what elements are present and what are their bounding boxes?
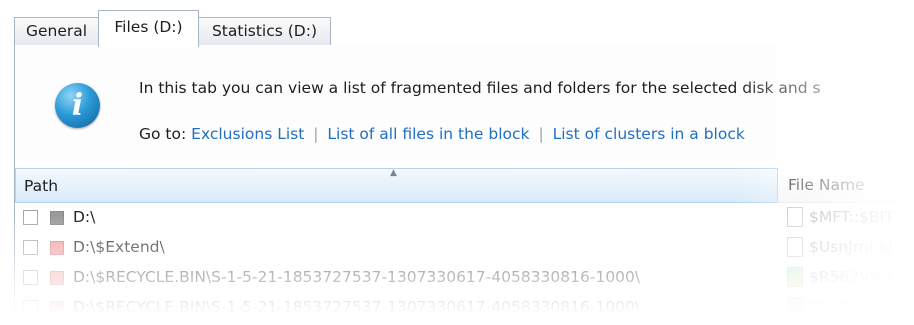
document-icon — [787, 237, 803, 257]
exclusions-list-link[interactable]: Exclusions List — [191, 125, 304, 143]
goto-links: Go to: Exclusions List | List of all fil… — [139, 125, 745, 143]
row-path: D:\$RECYCLE.BIN\S-1-5-21-1853727537-1307… — [73, 268, 641, 286]
row-file-name: $UsnJrnl:$J — [809, 238, 893, 256]
row-file-name: $R5BA1 — [809, 298, 871, 316]
fragmentation-status-icon — [50, 271, 64, 285]
table-row[interactable]: D:\$Extend\ $UsnJrnl:$J — [15, 233, 914, 263]
fragmentation-status-icon — [50, 211, 64, 225]
info-message: In this tab you can view a list of fragm… — [139, 79, 821, 97]
file-list: D:\ $MFT::$BIT D:\$Extend\ $UsnJrnl:$J D… — [15, 203, 914, 325]
column-header-file-name[interactable]: File Name — [778, 168, 914, 203]
row-file-name: $R562VWT — [809, 268, 895, 286]
document-icon — [787, 207, 803, 227]
row-checkbox[interactable] — [23, 210, 38, 225]
info-area: i In this tab you can view a list of fra… — [15, 45, 914, 159]
row-path: D:\$RECYCLE.BIN\S-1-5-21-1853727537-1307… — [73, 298, 641, 316]
fragmentation-status-icon — [50, 301, 64, 315]
column-header-file-name-label: File Name — [788, 176, 865, 194]
tab-general[interactable]: General — [14, 17, 99, 46]
row-file-name: $MFT::$BIT — [809, 208, 894, 226]
tab-strip: General Files (D:) Statistics (D:) — [0, 0, 914, 47]
row-checkbox[interactable] — [23, 270, 38, 285]
row-path: D:\$Extend\ — [73, 238, 165, 256]
info-icon: i — [55, 83, 100, 128]
table-row[interactable]: D:\ $MFT::$BIT — [15, 203, 914, 233]
link-separator: | — [313, 125, 319, 143]
clusters-in-block-link[interactable]: List of clusters in a block — [553, 125, 745, 143]
table-row[interactable]: D:\$RECYCLE.BIN\S-1-5-21-1853727537-1307… — [15, 263, 914, 293]
column-header-path[interactable]: ▲ Path — [15, 168, 778, 203]
fragmentation-status-icon — [50, 241, 64, 255]
goto-label: Go to: — [139, 125, 187, 143]
files-panel: i In this tab you can view a list of fra… — [14, 45, 914, 325]
sort-ascending-icon: ▲ — [390, 168, 397, 178]
tab-statistics-d[interactable]: Statistics (D:) — [198, 17, 331, 46]
image-file-icon — [787, 267, 803, 287]
row-checkbox[interactable] — [23, 300, 38, 315]
row-path: D:\ — [73, 208, 96, 226]
table-header: ▲ Path File Name — [15, 160, 914, 203]
table-row[interactable]: D:\$RECYCLE.BIN\S-1-5-21-1853727537-1307… — [15, 293, 914, 323]
row-checkbox[interactable] — [23, 240, 38, 255]
tab-files-d[interactable]: Files (D:) — [98, 10, 199, 47]
all-files-in-block-link[interactable]: List of all files in the block — [327, 125, 529, 143]
image-file-icon — [787, 297, 803, 317]
link-separator: | — [538, 125, 544, 143]
column-header-path-label: Path — [24, 177, 59, 195]
